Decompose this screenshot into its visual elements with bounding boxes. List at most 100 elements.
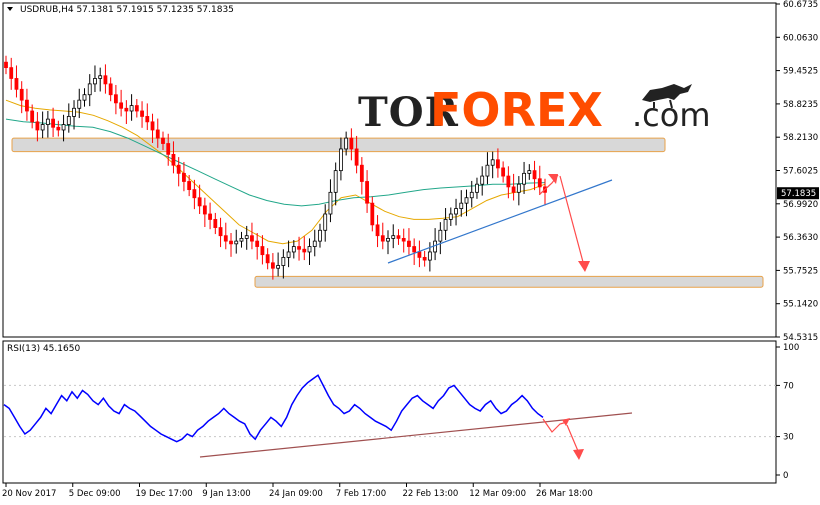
candle-body [302,248,307,253]
candle-body [365,181,369,204]
candle-body [286,251,291,258]
rsi-pane-frame [2,340,777,484]
time-tick-label: 22 Feb 13:00 [403,489,459,499]
candle-body [166,143,171,155]
candle-body [140,110,144,117]
candle-body [150,121,155,131]
watermark-logo: TOR FOREX .com [358,83,711,137]
candle-body [333,170,338,193]
candle-body [56,126,61,131]
price-tick-label: 55.1420 [783,300,818,310]
candle-body [480,175,485,185]
candle-body [516,183,521,193]
candle-body [35,121,40,131]
chart-canvas: USDRUB,H4 57.1381 57.1915 57.1235 57.183… [2,0,819,499]
time-tick-label: 9 Jan 13:00 [202,489,250,499]
candle-body [270,262,275,269]
candle-body [239,238,244,242]
candle-body [276,265,281,269]
candle-body [401,238,406,242]
candle-body [87,83,92,96]
candle-body [464,197,469,204]
logo-forex: FOREX [430,83,603,137]
candle-body [469,191,474,199]
candle-body [176,164,181,174]
candle-body [244,235,249,239]
candle-body [45,118,50,125]
candle-body [14,78,19,90]
price-tick-label: 60.0630 [783,33,818,43]
candle-body [459,202,464,209]
candle-body [281,256,286,266]
candle-body [145,116,150,123]
candle-body [291,246,296,253]
candle-body [72,107,76,117]
candle-body [359,164,364,182]
candle-body [98,75,103,79]
candle-body [438,229,443,242]
candle-body [161,137,165,144]
candle-body [485,164,490,177]
candle-body [192,189,197,199]
candle-body [108,83,113,96]
candle-body [380,235,385,242]
candle-body [422,256,427,261]
rsi-tick-label: 70 [783,381,794,391]
price-tick-label: 58.8235 [783,100,818,110]
candle-body [307,246,312,253]
trading-chart: USDRUB,H4 57.1381 57.1915 57.1235 57.183… [0,0,820,502]
price-tick-label: 54.5315 [783,333,818,343]
rsi-header: RSI(13) 45.1650 [7,344,80,354]
time-tick-label: 24 Jan 09:00 [269,489,323,499]
candle-body [370,202,375,226]
zone-resistance [11,137,666,153]
candle-body [255,240,260,247]
candle-body [25,99,29,112]
candle-body [339,148,343,172]
candle-body [187,181,192,191]
candle-body [265,254,270,264]
current-price-label: 57.1835 [781,189,816,199]
candle-body [318,229,322,242]
candle-body [501,167,506,177]
candle-body [496,159,500,169]
time-tick-label: 19 Dec 17:00 [136,489,193,499]
candle-body [443,219,448,231]
candle-body [124,107,129,112]
candle-body [490,159,495,166]
candle-body [417,251,422,258]
price-tick-label: 57.6025 [783,167,818,177]
candle-body [129,105,134,112]
candle-body [93,78,97,85]
candle-body [51,118,55,128]
candle-body [427,251,432,261]
candle-body [506,175,511,188]
candle-body [475,183,479,193]
price-tick-label: 58.2130 [783,133,818,143]
candle-body [171,153,176,166]
candle-body [391,235,396,239]
candle-body [4,61,8,69]
candle-body [9,67,14,79]
candle-body [155,129,160,139]
candle-body [511,186,516,193]
candle-body [349,137,354,150]
rsi-tick-label: 100 [783,343,799,353]
candle-body [407,240,411,247]
candle-body [40,124,45,131]
time-tick-label: 5 Dec 09:00 [69,489,121,499]
zone-support [254,275,764,288]
price-tick-label: 59.4525 [783,67,818,77]
candle-body [103,75,108,85]
candle-body [61,124,66,131]
price-tick-label: 56.3630 [783,233,818,243]
time-tick-label: 20 Nov 2017 [2,489,56,499]
price-tick-label: 60.6735 [783,0,818,10]
candle-body [344,137,349,150]
candle-body [386,238,390,242]
candle-body [218,227,223,237]
candle-body [522,172,526,185]
candle-body [66,116,71,125]
time-tick-label: 7 Feb 17:00 [336,489,386,499]
candle-body [448,213,453,220]
